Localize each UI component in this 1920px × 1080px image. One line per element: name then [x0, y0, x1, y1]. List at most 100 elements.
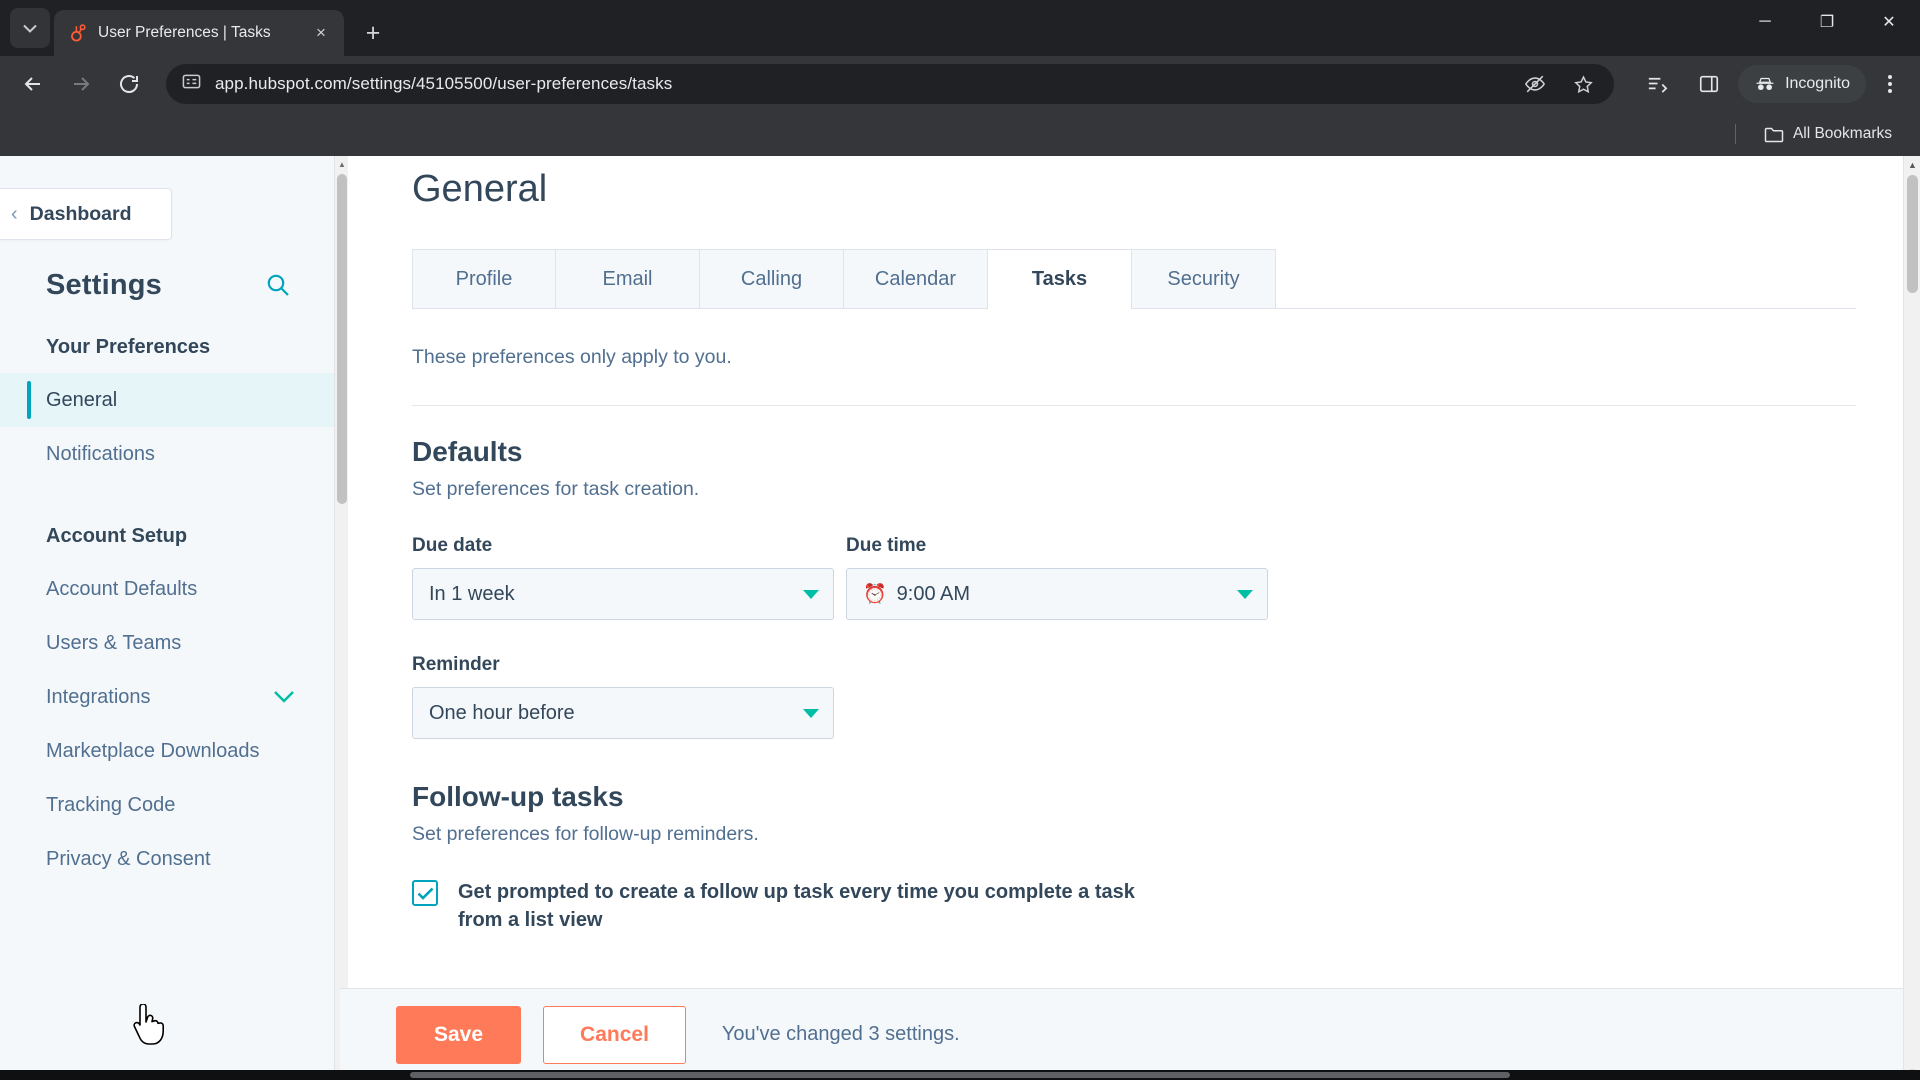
page-scrollbar[interactable]: ▲ ▼ — [1903, 156, 1920, 1080]
due-time-label: Due time — [846, 535, 927, 556]
reminder-field: Reminder One hour before — [412, 654, 834, 739]
sidebar-item-users-teams[interactable]: Users & Teams — [0, 616, 339, 670]
scroll-up-arrow-icon[interactable]: ▲ — [335, 156, 349, 172]
due-date-field: Due date In 1 week — [412, 535, 834, 620]
chevron-down-icon — [273, 686, 295, 709]
bookmark-star-icon[interactable] — [1566, 67, 1600, 101]
browser-tab[interactable]: User Preferences | Tasks × — [54, 10, 344, 56]
browser-window: User Preferences | Tasks × + ─ ❐ ✕ app.h… — [0, 0, 1920, 1080]
scroll-up-arrow-icon[interactable]: ▲ — [1904, 156, 1920, 173]
sidebar-item-label: Integrations — [46, 685, 151, 708]
due-date-select[interactable]: In 1 week — [412, 568, 834, 620]
sidebar-item-integrations[interactable]: Integrations — [0, 670, 339, 724]
content-page-title: General — [412, 168, 548, 210]
page-info-icon[interactable] — [182, 72, 201, 96]
defaults-section-subtitle: Set preferences for task creation. — [412, 478, 700, 500]
back-button[interactable] — [12, 63, 54, 105]
arrow-right-icon — [74, 77, 90, 91]
minimize-button[interactable]: ─ — [1734, 0, 1796, 44]
chevron-down-icon — [803, 589, 819, 599]
nav-group-title: Your Preferences — [46, 336, 211, 358]
due-time-value: 9:00 AM — [896, 582, 971, 605]
reminder-select[interactable]: One hour before — [412, 687, 834, 739]
hubspot-sprocket-icon — [68, 23, 88, 43]
tab-label: Calendar — [874, 267, 957, 290]
save-bar: Save Cancel You've changed 3 settings. — [340, 988, 1920, 1080]
all-bookmarks-label: All Bookmarks — [1792, 125, 1892, 142]
incognito-indicator[interactable]: Incognito — [1738, 65, 1866, 103]
followup-checkbox-row: Get prompted to create a follow up task … — [412, 878, 1172, 935]
forward-button[interactable] — [60, 63, 102, 105]
maximize-button[interactable]: ❐ — [1796, 0, 1858, 44]
reload-button[interactable] — [108, 63, 150, 105]
search-icon[interactable] — [261, 268, 295, 302]
tab-email[interactable]: Email — [556, 249, 700, 308]
sidebar-item-marketplace-downloads[interactable]: Marketplace Downloads — [0, 724, 339, 778]
reading-list-icon[interactable] — [1640, 67, 1674, 101]
tab-calling[interactable]: Calling — [700, 249, 844, 308]
sidebar-item-label: Users & Teams — [46, 631, 182, 654]
due-time-value-group: ⏰ 9:00 AM — [863, 583, 1237, 606]
back-to-dashboard-button[interactable]: ‹ Dashboard — [0, 188, 172, 240]
arrow-left-icon — [24, 77, 40, 91]
checkmark-icon — [417, 887, 433, 900]
chevron-down-icon — [1237, 589, 1253, 599]
chevron-left-icon: ‹ — [11, 202, 18, 225]
folder-icon — [1764, 127, 1784, 142]
address-bar[interactable]: app.hubspot.com/settings/45105500/user-p… — [166, 64, 1615, 104]
sidebar-item-label: Tracking Code — [46, 793, 176, 816]
followup-section-title: Follow-up tasks — [412, 781, 624, 812]
tab-search-button[interactable] — [10, 8, 50, 48]
sidebar-item-general[interactable]: General — [0, 373, 339, 427]
settings-nav: Your Preferences General Notifications A… — [0, 336, 339, 1080]
new-tab-button[interactable]: + — [354, 14, 392, 52]
due-date-label: Due date — [412, 535, 493, 556]
sidebar-item-label: Marketplace Downloads — [46, 739, 260, 762]
due-time-field: Due time ⏰ 9:00 AM — [846, 535, 1268, 620]
all-bookmarks-button[interactable]: All Bookmarks — [1758, 121, 1898, 147]
sidebar-item-label: Notifications — [46, 442, 155, 465]
tab-label: Security — [1167, 267, 1240, 290]
cancel-button[interactable]: Cancel — [543, 1005, 686, 1064]
sidebar-item-notifications[interactable]: Notifications — [0, 427, 339, 481]
tab-label: Email — [602, 267, 653, 290]
sidebar-item-tracking-code[interactable]: Tracking Code — [0, 778, 339, 832]
sidebar-item-privacy-consent[interactable]: Privacy & Consent — [0, 832, 339, 886]
preferences-tabs: Profile Email Calling Calendar Tasks Sec… — [412, 249, 1856, 309]
settings-sidebar: ‹ Dashboard Settings Your Preferences Ge… — [0, 156, 340, 1080]
close-icon[interactable]: × — [308, 20, 334, 46]
sidebar-item-label: General — [46, 388, 118, 411]
sidebar-item-label: Account Defaults — [46, 577, 198, 600]
sidebar-scrollbar[interactable]: ▲ ▼ — [334, 156, 348, 1080]
followup-checkbox[interactable] — [412, 880, 438, 906]
chevron-down-icon — [23, 24, 37, 33]
tab-calendar[interactable]: Calendar — [844, 249, 988, 308]
divider — [412, 405, 1856, 406]
hide-password-icon[interactable] — [1518, 67, 1552, 101]
incognito-icon — [1756, 77, 1774, 91]
tab-tasks[interactable]: Tasks — [988, 249, 1132, 309]
kebab-icon — [1888, 82, 1892, 86]
sidebar-item-account-defaults[interactable]: Account Defaults — [0, 562, 339, 616]
divider — [1734, 124, 1736, 144]
due-time-select[interactable]: ⏰ 9:00 AM — [846, 568, 1268, 620]
browser-menu-button[interactable] — [1872, 64, 1908, 104]
tab-label: Tasks — [1031, 267, 1088, 290]
reminder-label: Reminder — [412, 654, 500, 675]
scrollbar-thumb[interactable] — [1907, 175, 1918, 293]
due-date-value: In 1 week — [429, 582, 515, 605]
scrollbar-thumb[interactable] — [337, 174, 347, 504]
window-close-button[interactable]: ✕ — [1858, 0, 1920, 44]
chevron-down-icon — [803, 708, 819, 718]
followup-checkbox-label: Get prompted to create a follow up task … — [458, 881, 1135, 932]
preferences-note: These preferences only apply to you. — [412, 346, 732, 368]
tab-security[interactable]: Security — [1132, 249, 1276, 308]
save-button[interactable]: Save — [396, 1005, 522, 1064]
defaults-section-title: Defaults — [412, 436, 523, 467]
tab-profile[interactable]: Profile — [412, 249, 556, 308]
alarm-clock-icon: ⏰ — [863, 583, 887, 605]
tab-label: Calling — [740, 267, 803, 290]
side-panel-icon[interactable] — [1692, 67, 1726, 101]
defaults-field-row-2: Reminder One hour before — [412, 654, 1920, 739]
horizontal-scrollbar[interactable] — [410, 1072, 1510, 1078]
